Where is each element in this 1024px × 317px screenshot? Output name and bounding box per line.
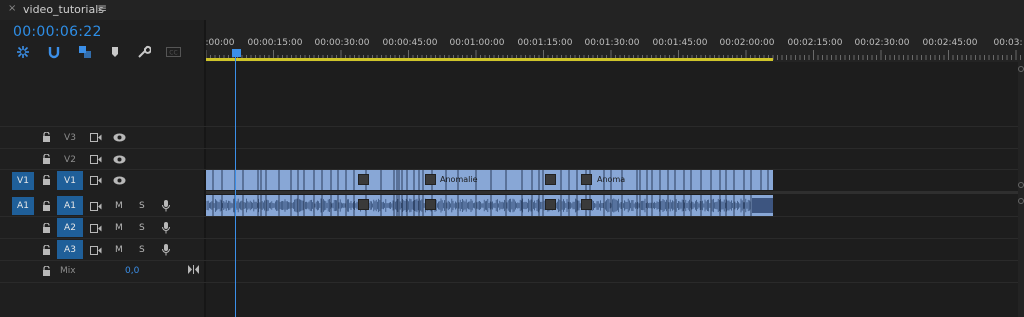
voiceover-mic-icon[interactable] xyxy=(161,243,170,256)
sync-lock-icon[interactable] xyxy=(89,222,102,234)
fx-badge-icon xyxy=(581,174,592,185)
vertical-scrollbar[interactable] xyxy=(1018,62,1024,317)
mix-volume-value[interactable]: 0,0 xyxy=(125,266,139,276)
ruler-label: 00:00:15:00 xyxy=(247,38,303,48)
audio-clip-a1[interactable] xyxy=(206,195,773,216)
ruler-label: 00:03: xyxy=(993,38,1023,48)
nest-sequences-icon[interactable] xyxy=(15,44,31,60)
fx-badge-icon xyxy=(425,199,436,210)
ruler-label: 00:00:30:00 xyxy=(314,38,370,48)
sync-lock-icon[interactable] xyxy=(89,244,102,256)
solo-button[interactable]: S xyxy=(139,245,145,255)
video-clip-v1[interactable]: Anomalie Anoma xyxy=(206,170,773,190)
panel-menu-icon[interactable]: ≡ xyxy=(97,1,107,15)
panel-tab-bar xyxy=(0,0,1024,20)
fx-badge-icon xyxy=(581,199,592,210)
eye-toggle-icon[interactable] xyxy=(112,174,126,186)
expand-mix-icon[interactable] xyxy=(187,263,199,275)
mix-label: Mix xyxy=(60,266,76,276)
fx-badge-icon xyxy=(358,174,369,185)
ruler-label: 00:01:00:00 xyxy=(449,38,505,48)
eye-toggle-icon[interactable] xyxy=(112,131,126,143)
audio-waveform xyxy=(206,195,773,216)
tab-close-icon[interactable]: × xyxy=(8,3,16,14)
clip-label: Anomalie xyxy=(440,175,478,184)
ruler-label: 00:02:15:00 xyxy=(787,38,843,48)
ruler-label: 00:01:15:00 xyxy=(517,38,573,48)
lock-icon[interactable] xyxy=(41,153,51,165)
captions-icon[interactable]: CC xyxy=(165,44,181,60)
linked-selection-icon[interactable] xyxy=(77,44,93,60)
lock-icon[interactable] xyxy=(41,200,51,212)
lock-icon[interactable] xyxy=(41,174,51,186)
sync-lock-icon[interactable] xyxy=(89,174,102,186)
mute-button[interactable]: M xyxy=(115,223,123,233)
lock-icon[interactable] xyxy=(41,265,51,277)
clip-label: Anoma xyxy=(597,175,626,184)
ruler-label: 00:02:00:00 xyxy=(719,38,775,48)
sync-lock-icon[interactable] xyxy=(89,131,102,143)
svg-text:CC: CC xyxy=(169,50,177,57)
track-target-v3[interactable]: V3 xyxy=(57,128,83,147)
work-area-bar[interactable] xyxy=(206,58,773,61)
ruler-label: :00:00 xyxy=(205,38,235,48)
ruler-label: 00:00:45:00 xyxy=(382,38,438,48)
ruler-label: 00:01:30:00 xyxy=(584,38,640,48)
sync-lock-icon[interactable] xyxy=(89,200,102,212)
mute-button[interactable]: M xyxy=(115,245,123,255)
solo-button[interactable]: S xyxy=(139,223,145,233)
fx-badge-icon xyxy=(545,174,556,185)
source-patch-a1[interactable]: A1 xyxy=(12,197,34,215)
tab-sequence-title[interactable]: video_tutorials xyxy=(23,3,104,16)
source-patch-v1[interactable]: V1 xyxy=(12,172,34,190)
mute-button[interactable]: M xyxy=(115,201,123,211)
timeline-settings-wrench-icon[interactable] xyxy=(136,44,152,60)
track-target-a1[interactable]: A1 xyxy=(57,196,83,215)
playhead-line[interactable] xyxy=(235,56,236,317)
track-target-v1[interactable]: V1 xyxy=(57,171,83,190)
sync-lock-icon[interactable] xyxy=(89,153,102,165)
clip-edit-points xyxy=(212,170,769,190)
ruler-label: 00:02:45:00 xyxy=(922,38,978,48)
add-marker-icon[interactable] xyxy=(107,44,123,60)
playhead-timecode[interactable]: 00:00:06:22 xyxy=(13,24,102,40)
snap-magnet-icon[interactable] xyxy=(46,44,62,60)
fx-badge-icon xyxy=(358,199,369,210)
solo-button[interactable]: S xyxy=(139,201,145,211)
lock-icon[interactable] xyxy=(41,131,51,143)
fx-badge-icon xyxy=(425,174,436,185)
voiceover-mic-icon[interactable] xyxy=(161,221,170,234)
lock-icon[interactable] xyxy=(41,244,51,256)
lock-icon[interactable] xyxy=(41,222,51,234)
ruler-label: 00:01:45:00 xyxy=(652,38,708,48)
eye-toggle-icon[interactable] xyxy=(112,153,126,165)
video-audio-divider[interactable] xyxy=(206,191,1024,194)
track-target-a3[interactable]: A3 xyxy=(57,240,83,259)
fx-badge-icon xyxy=(545,199,556,210)
track-target-a2[interactable]: A2 xyxy=(57,218,83,237)
playhead-handle[interactable] xyxy=(232,49,241,57)
ruler-label: 00:02:30:00 xyxy=(854,38,910,48)
track-target-v2[interactable]: V2 xyxy=(57,150,83,169)
voiceover-mic-icon[interactable] xyxy=(161,199,170,212)
